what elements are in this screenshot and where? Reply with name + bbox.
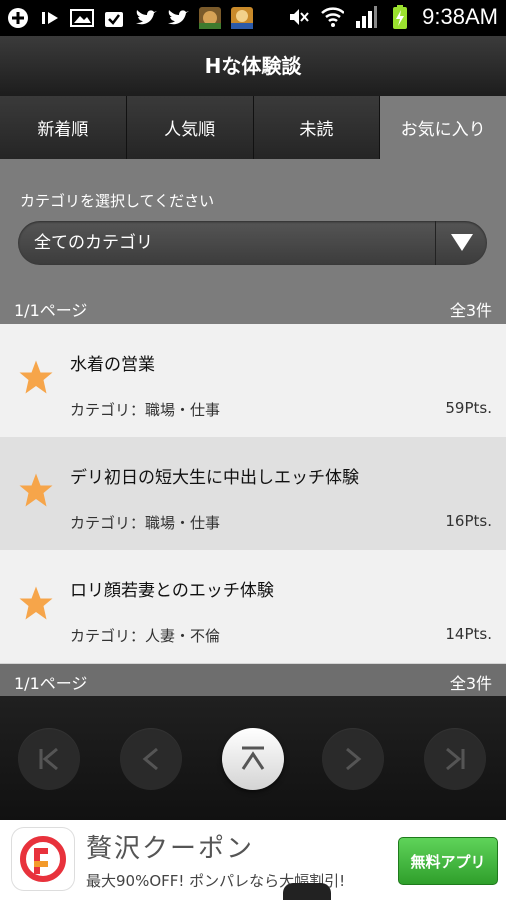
next-page-icon xyxy=(346,747,362,771)
prev-page-button[interactable] xyxy=(120,728,182,790)
ad-close-handle[interactable] xyxy=(283,883,331,900)
prev-page-icon xyxy=(142,747,158,771)
next-page-button[interactable] xyxy=(322,728,384,790)
category-select[interactable]: 全てのカテゴリ xyxy=(18,221,487,265)
battery-icon xyxy=(388,5,412,29)
scroll-top-button[interactable] xyxy=(222,728,284,790)
image-icon xyxy=(70,6,94,30)
scroll-top-icon xyxy=(241,746,265,770)
item-title: ロリ顔若妻とのエッチ体験 xyxy=(70,581,274,601)
page-nav-bar xyxy=(0,696,506,820)
ad-banner[interactable]: 贅沢クーポン 最大90%OFF! ポンパレなら大幅割引! 無料アプリ xyxy=(0,820,506,900)
bag-check-icon xyxy=(102,6,126,30)
page-indicator: 1/1ページ xyxy=(14,674,88,693)
plus-icon xyxy=(6,6,30,30)
chevron-down-icon xyxy=(451,234,473,251)
mute-icon xyxy=(286,5,310,29)
game-app-icon xyxy=(198,6,222,30)
twitter-icon xyxy=(166,6,190,30)
favorites-list: 水着の営業 カテゴリ：職場・仕事 59Pts. デリ初日の短大生に中出しエッチ体… xyxy=(0,324,506,664)
category-prompt: カテゴリを選択してください xyxy=(20,192,215,210)
game-app-icon xyxy=(230,6,254,30)
twitter-icon xyxy=(134,6,158,30)
ponpare-logo-icon xyxy=(12,828,74,890)
item-points: 16Pts. xyxy=(445,512,492,530)
list-item[interactable]: ロリ顔若妻とのエッチ体験 カテゴリ：人妻・不倫 14Pts. xyxy=(0,550,506,664)
category-selected-value: 全てのカテゴリ xyxy=(34,233,153,253)
tab-newest[interactable]: 新着順 xyxy=(0,96,127,159)
play-icon xyxy=(38,6,62,30)
ad-title: 贅沢クーポン xyxy=(86,834,255,864)
ad-install-button[interactable]: 無料アプリ xyxy=(398,837,498,885)
item-category: カテゴリ：人妻・不倫 xyxy=(70,627,221,645)
total-count: 全3件 xyxy=(449,674,492,693)
item-points: 59Pts. xyxy=(445,399,492,417)
item-title: 水着の営業 xyxy=(70,355,155,375)
total-count: 全3件 xyxy=(449,301,492,320)
tab-bar: 新着順 人気順 未読 お気に入り xyxy=(0,96,506,159)
wifi-icon xyxy=(320,5,345,29)
page-title: Hな体験談 xyxy=(0,36,506,97)
item-category: カテゴリ：職場・仕事 xyxy=(70,401,221,419)
item-title: デリ初日の短大生に中出しエッチ体験 xyxy=(70,468,359,488)
pager-bottom: 1/1ページ 全3件 xyxy=(0,664,506,696)
last-page-icon xyxy=(446,747,465,771)
first-page-icon xyxy=(39,747,58,771)
pager-top: 1/1ページ 全3件 xyxy=(0,291,506,324)
star-icon[interactable] xyxy=(18,472,54,508)
tab-popular[interactable]: 人気順 xyxy=(126,96,254,159)
star-icon[interactable] xyxy=(18,585,54,621)
tab-unread[interactable]: 未読 xyxy=(253,96,381,159)
tab-favorites[interactable]: お気に入り xyxy=(380,96,506,159)
star-icon[interactable] xyxy=(18,359,54,395)
page-indicator: 1/1ページ xyxy=(14,301,88,320)
select-divider xyxy=(435,221,436,265)
first-page-button[interactable] xyxy=(18,728,80,790)
item-points: 14Pts. xyxy=(445,625,492,643)
list-item[interactable]: 水着の営業 カテゴリ：職場・仕事 59Pts. xyxy=(0,324,506,438)
status-bar: 9:38AM xyxy=(0,0,506,36)
signal-icon xyxy=(354,5,378,29)
item-category: カテゴリ：職場・仕事 xyxy=(70,514,221,532)
list-item[interactable]: デリ初日の短大生に中出しエッチ体験 カテゴリ：職場・仕事 16Pts. xyxy=(0,437,506,551)
status-time: 9:38AM xyxy=(422,4,498,29)
last-page-button[interactable] xyxy=(424,728,486,790)
category-panel: カテゴリを選択してください 全てのカテゴリ 1/1ページ 全3件 xyxy=(0,159,506,324)
